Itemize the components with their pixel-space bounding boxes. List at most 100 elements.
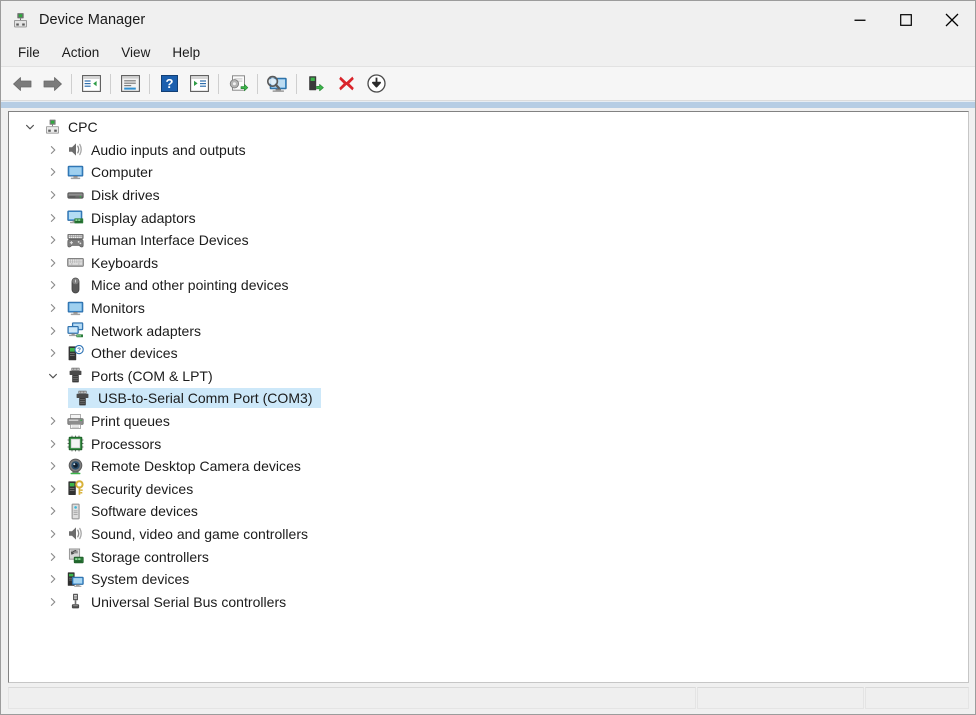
chevron-right-icon[interactable] <box>45 300 61 316</box>
chevron-right-icon[interactable] <box>45 436 61 452</box>
tree-node-label: Computer <box>91 164 158 180</box>
security-key-icon <box>67 480 84 497</box>
device-manager-icon <box>12 12 29 29</box>
tree-row-content: Sound, video and game controllers <box>67 524 316 544</box>
chevron-right-icon[interactable] <box>45 323 61 339</box>
forward-button[interactable] <box>37 71 67 97</box>
camera-icon <box>67 458 84 475</box>
unknown-device-icon: ? <box>67 345 84 362</box>
disable-device-button[interactable] <box>331 71 361 97</box>
tree-node-label: System devices <box>91 571 194 587</box>
security-key-icon <box>67 480 84 497</box>
chevron-right-icon[interactable] <box>45 594 61 610</box>
tree-node-label: Network adapters <box>91 323 206 339</box>
title-bar: Device Manager <box>1 1 975 39</box>
status-bar-message <box>8 687 696 709</box>
show-hide-console-tree-button[interactable] <box>76 71 106 97</box>
chevron-right-icon[interactable] <box>45 232 61 248</box>
chevron-right-icon[interactable] <box>45 210 61 226</box>
chevron-right-icon[interactable] <box>45 164 61 180</box>
back-button[interactable] <box>7 71 37 97</box>
close-icon <box>945 13 959 27</box>
close-button[interactable] <box>929 1 975 39</box>
tree-node-disk-drives[interactable]: Disk drives <box>9 184 968 207</box>
chevron-down-icon[interactable] <box>22 119 38 135</box>
menu-bar: File Action View Help <box>1 39 975 67</box>
toolbar: ? <box>1 67 975 101</box>
pane-header-strip <box>1 101 975 108</box>
status-bar <box>1 683 975 714</box>
chevron-right-icon[interactable] <box>45 571 61 587</box>
tree-node-monitors[interactable]: Monitors <box>9 297 968 320</box>
mouse-icon <box>67 277 84 294</box>
window-title: Device Manager <box>39 12 145 28</box>
tree-node-label: Other devices <box>91 345 183 361</box>
disk-drive-icon <box>67 187 84 204</box>
maximize-button[interactable] <box>883 1 929 39</box>
tree-node-cpc[interactable]: CPC <box>9 116 968 139</box>
tree-node-security-devices[interactable]: Security devices <box>9 478 968 501</box>
update-driver-button[interactable] <box>223 71 253 97</box>
chevron-right-icon[interactable] <box>45 458 61 474</box>
tree-node-system-devices[interactable]: System devices <box>9 568 968 591</box>
tree-node-label: USB-to-Serial Comm Port (COM3) <box>98 390 318 406</box>
chevron-down-icon[interactable] <box>45 368 61 384</box>
tree-row-content: CPC <box>44 117 106 137</box>
chevron-right-icon[interactable] <box>45 526 61 542</box>
tree-node-storage-controllers[interactable]: Storage controllers <box>9 545 968 568</box>
tree-node-keyboards[interactable]: Keyboards <box>9 252 968 275</box>
tree-node-sound-video-and-game-controllers[interactable]: Sound, video and game controllers <box>9 523 968 546</box>
tree-node-software-devices[interactable]: Software devices <box>9 500 968 523</box>
window-controls <box>837 1 975 39</box>
chevron-right-icon[interactable] <box>45 413 61 429</box>
tree-node-label: Software devices <box>91 503 203 519</box>
tree-node-other-devices[interactable]: ? Other devices <box>9 342 968 365</box>
chevron-right-icon[interactable] <box>45 187 61 203</box>
tree-node-audio-inputs-and-outputs[interactable]: Audio inputs and outputs <box>9 139 968 162</box>
tree-node-mice-and-other-pointing-devices[interactable]: Mice and other pointing devices <box>9 274 968 297</box>
tree-node-label: Display adaptors <box>91 210 201 226</box>
menu-view[interactable]: View <box>110 42 161 64</box>
enable-device-button[interactable] <box>361 71 391 97</box>
tree-node-human-interface-devices[interactable]: Human Interface Devices <box>9 229 968 252</box>
tree-node-processors[interactable]: Processors <box>9 432 968 455</box>
back-arrow-icon <box>12 76 33 92</box>
tree-node-ports-com-and-lpt[interactable]: Ports (COM & LPT) <box>9 365 968 388</box>
tree-node-network-adapters[interactable]: Network adapters <box>9 319 968 342</box>
tree-node-print-queues[interactable]: Print queues <box>9 410 968 433</box>
chevron-right-icon[interactable] <box>45 345 61 361</box>
display-adapter-icon <box>67 209 84 226</box>
toolbar-separator <box>257 74 258 94</box>
properties-button[interactable] <box>115 71 145 97</box>
chevron-right-icon[interactable] <box>45 277 61 293</box>
tree-node-universal-serial-bus-controllers[interactable]: Universal Serial Bus controllers <box>9 590 968 613</box>
device-tree[interactable]: CPC Audio inputs and outputs Computer Di… <box>8 111 969 683</box>
chevron-right-icon[interactable] <box>45 255 61 271</box>
help-button[interactable]: ? <box>154 71 184 97</box>
svg-text:?: ? <box>77 347 81 354</box>
chevron-right-icon[interactable] <box>45 503 61 519</box>
usb-icon <box>67 593 84 610</box>
show-hide-action-pane-button[interactable] <box>184 71 214 97</box>
chevron-right-icon[interactable] <box>45 142 61 158</box>
tree-row-content: System devices <box>67 569 197 589</box>
tree-node-label: Disk drives <box>91 187 165 203</box>
tree-node-label: Ports (COM & LPT) <box>91 368 218 384</box>
storage-controller-icon <box>67 548 84 565</box>
keyboard-icon <box>67 254 84 271</box>
menu-file[interactable]: File <box>7 42 51 64</box>
chevron-right-icon[interactable] <box>45 481 61 497</box>
menu-action[interactable]: Action <box>51 42 111 64</box>
enable-device-icon <box>367 74 386 93</box>
tree-node-label: Remote Desktop Camera devices <box>91 458 306 474</box>
menu-help[interactable]: Help <box>161 42 211 64</box>
scan-for-hardware-changes-button[interactable] <box>262 71 292 97</box>
chevron-right-icon[interactable] <box>45 549 61 565</box>
disable-device-icon <box>338 75 355 92</box>
tree-node-usb-to-serial-comm-port-com3[interactable]: USB-to-Serial Comm Port (COM3) <box>9 387 968 410</box>
minimize-button[interactable] <box>837 1 883 39</box>
uninstall-device-button[interactable] <box>301 71 331 97</box>
tree-node-computer[interactable]: Computer <box>9 161 968 184</box>
tree-node-remote-desktop-camera-devices[interactable]: Remote Desktop Camera devices <box>9 455 968 478</box>
tree-node-display-adaptors[interactable]: Display adaptors <box>9 206 968 229</box>
